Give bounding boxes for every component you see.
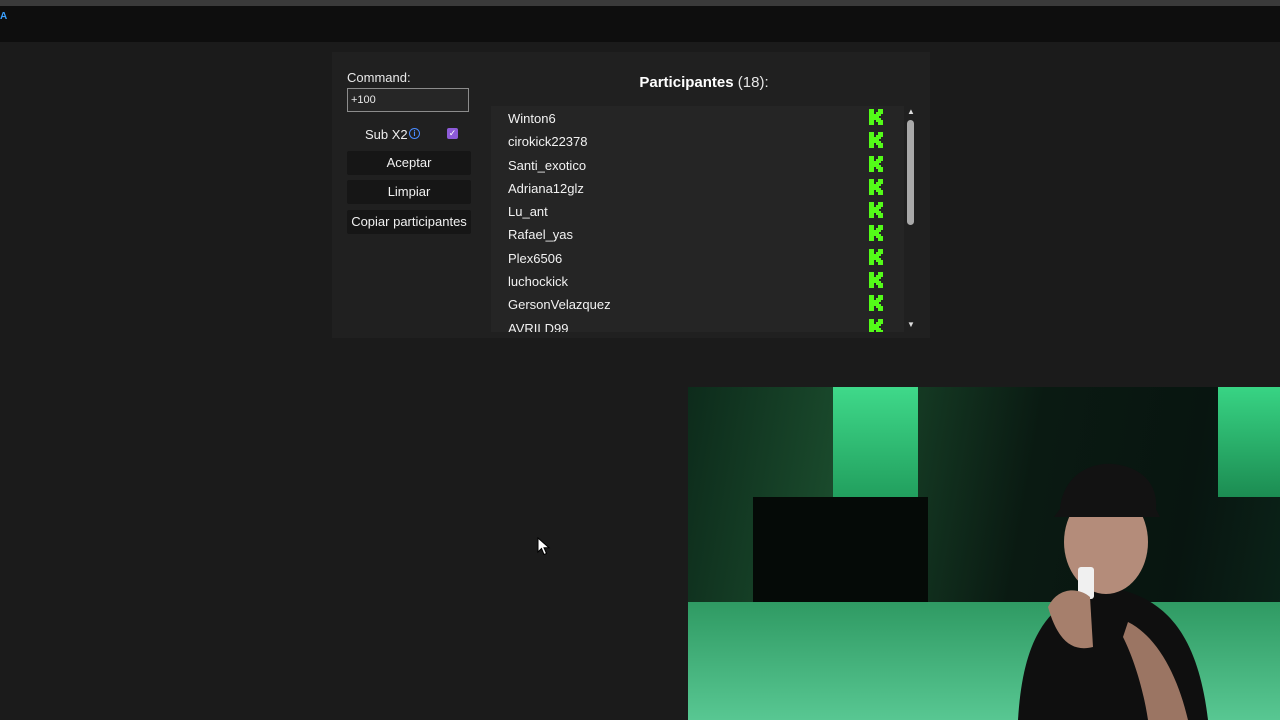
sub-x2-checkbox[interactable]: ✓ <box>447 128 458 139</box>
topbar-letter: A <box>0 11 8 22</box>
kick-logo-icon <box>869 109 883 125</box>
list-item[interactable]: GersonVelazquez <box>491 292 904 315</box>
participant-name: Winton6 <box>508 111 556 126</box>
aceptar-button[interactable]: Aceptar <box>347 151 471 175</box>
webcam-window-light <box>833 387 918 507</box>
kick-logo-icon <box>869 248 883 265</box>
kick-logo-icon <box>869 225 883 242</box>
command-input[interactable] <box>347 88 469 112</box>
participants-title-label: Participantes <box>639 74 734 91</box>
kick-logo-icon <box>869 318 883 332</box>
copiar-participantes-button[interactable]: Copiar participantes <box>347 210 471 234</box>
sub-x2-row: Sub X2 i ✓ <box>347 124 471 142</box>
mouse-cursor-icon <box>537 537 551 556</box>
kick-logo-icon <box>869 178 883 195</box>
webcam-person <box>1018 463 1208 720</box>
list-item[interactable]: Adriana12glz <box>491 176 904 199</box>
list-item[interactable]: Plex6506 <box>491 246 904 269</box>
kick-logo-icon <box>869 132 883 149</box>
participant-name: Lu_ant <box>508 204 548 220</box>
participant-name: cirokick22378 <box>508 134 588 150</box>
kick-logo-icon <box>869 155 883 172</box>
participants-title: Participantes (18): <box>492 74 916 91</box>
limpiar-button[interactable]: Limpiar <box>347 180 471 204</box>
sub-x2-label: Sub X2 <box>365 127 408 142</box>
list-item[interactable]: AVRILD99 <box>491 316 904 332</box>
list-item[interactable]: Lu_ant <box>491 199 904 222</box>
list-item[interactable]: cirokick22378 <box>491 129 904 152</box>
participants-list[interactable]: Winton6 cirokick22378 Santi_exotico Adri… <box>491 106 904 332</box>
participant-name: luchockick <box>508 274 568 290</box>
participant-name: Adriana12glz <box>508 180 584 196</box>
participant-name: Santi_exotico <box>508 157 587 173</box>
top-bar: A <box>0 6 1280 42</box>
participant-name: AVRILD99 <box>508 320 569 332</box>
list-item[interactable]: Santi_exotico <box>491 153 904 176</box>
participant-name: Rafael_yas <box>508 227 574 243</box>
participant-name: GersonVelazquez <box>508 297 611 313</box>
scrollbar-thumb[interactable] <box>907 120 914 225</box>
webcam-overlay <box>688 387 1280 720</box>
participants-panel: Command: Sub X2 i ✓ Aceptar Limpiar Copi… <box>332 52 930 338</box>
participants-count: (18): <box>737 74 769 91</box>
command-label: Command: <box>347 70 411 85</box>
kick-logo-icon <box>869 272 883 289</box>
list-item[interactable]: Winton6 <box>491 106 904 129</box>
list-item[interactable]: luchockick <box>491 269 904 292</box>
participant-name: Plex6506 <box>508 250 563 266</box>
kick-logo-icon <box>869 202 883 219</box>
kick-logo-icon <box>869 295 883 312</box>
list-item[interactable]: Rafael_yas <box>491 222 904 245</box>
info-icon[interactable]: i <box>409 128 420 139</box>
scroll-down-arrow-icon[interactable]: ▼ <box>905 320 917 330</box>
scroll-up-arrow-icon[interactable]: ▲ <box>905 107 917 117</box>
